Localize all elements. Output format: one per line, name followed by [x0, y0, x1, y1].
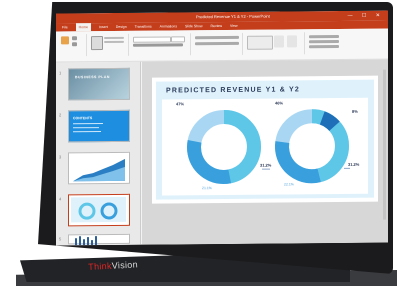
- font-group: [130, 33, 191, 56]
- right-bottom-pct: 22.1%: [284, 182, 294, 187]
- copy-icon[interactable]: [72, 42, 77, 46]
- ribbon: [56, 29, 388, 63]
- font-name-input[interactable]: [133, 36, 171, 42]
- tab-design[interactable]: Design: [116, 23, 127, 31]
- tab-slide-show[interactable]: Slide Show: [185, 22, 203, 30]
- screen: Predicted Revenue Y1 & Y2 - PowerPoint —…: [56, 11, 388, 246]
- font-format-buttons[interactable]: [133, 43, 183, 46]
- donut-thumb: [69, 195, 128, 225]
- slide-thumb-3[interactable]: [68, 152, 130, 185]
- tab-animations[interactable]: Animations: [160, 22, 177, 30]
- donut-chart-left: [189, 112, 259, 183]
- tab-file[interactable]: File: [62, 23, 68, 31]
- cut-icon[interactable]: [72, 36, 77, 40]
- window-title: Predicted Revenue Y1 & Y2 - PowerPoint: [196, 13, 270, 20]
- font-size-input[interactable]: [171, 36, 185, 42]
- tab-insert[interactable]: Insert: [99, 23, 108, 31]
- window-controls[interactable]: — ☐ ✕: [348, 11, 384, 21]
- arrange-icon[interactable]: [274, 35, 284, 47]
- slide-number: 4: [59, 196, 62, 202]
- slide-thumb-5[interactable]: [68, 234, 130, 245]
- vertical-scrollbar[interactable]: [383, 70, 386, 220]
- slide-number: 5: [59, 236, 62, 242]
- drawing-group: [244, 32, 305, 55]
- area-chart-thumb: [69, 153, 129, 184]
- editing-group: [306, 32, 346, 54]
- left-side-pct: 31.2%: [260, 162, 272, 168]
- right-side-pct: 31.2%: [348, 161, 360, 167]
- bar-chart-thumb: [69, 235, 129, 246]
- slide-number: 2: [59, 112, 62, 118]
- find-button[interactable]: [309, 35, 339, 38]
- slide-number: 3: [59, 154, 62, 160]
- replace-button[interactable]: [309, 40, 339, 43]
- donut-charts: [162, 98, 368, 196]
- leader-line: [262, 169, 270, 170]
- tab-transitions[interactable]: Transitions: [135, 23, 152, 31]
- leader-line: [344, 168, 350, 169]
- right-top-pct: 46%: [275, 100, 284, 106]
- list-buttons[interactable]: [195, 36, 239, 39]
- clipboard-group: [58, 34, 87, 56]
- shapes-gallery[interactable]: [247, 36, 273, 50]
- slide-thumb-1[interactable]: BUSINESS PLAN: [68, 68, 130, 101]
- slide-thumb-text: CONTENTS: [73, 116, 93, 121]
- right-small-pct: 8%: [352, 108, 358, 114]
- left-bottom-pct: 21.1%: [202, 186, 212, 191]
- reset-icon[interactable]: [104, 41, 124, 43]
- paragraph-group: [192, 33, 243, 55]
- slide-title[interactable]: PREDICTED REVENUE Y1 & Y2: [166, 86, 300, 94]
- slide-thumb-text: BUSINESS PLAN: [75, 74, 110, 80]
- slide-thumb-4[interactable]: [68, 194, 130, 227]
- slide-thumbnails-panel: BUSINESS PLAN 1 CONTENTS 2 3 4 5: [56, 62, 141, 246]
- tab-view[interactable]: View: [230, 22, 238, 30]
- quick-styles-icon[interactable]: [287, 35, 297, 47]
- select-button[interactable]: [309, 45, 339, 48]
- donut-chart-right: [274, 107, 351, 185]
- slide-number: 1: [59, 70, 62, 76]
- chart-panel: 47% 46% 8% 31.2% 31.2% 21.1% 22.1%: [162, 98, 368, 196]
- slide-thumb-2[interactable]: CONTENTS: [68, 110, 130, 143]
- tab-home[interactable]: Home: [76, 23, 91, 31]
- slide-background: PREDICTED REVENUE Y1 & Y2 47% 46% 8% 31.…: [156, 80, 374, 200]
- slide-editor-area: PREDICTED REVENUE Y1 & Y2 47% 46% 8% 31.…: [142, 60, 388, 245]
- layout-icon[interactable]: [104, 37, 124, 39]
- left-top-pct: 47%: [176, 101, 185, 107]
- align-buttons[interactable]: [195, 42, 239, 45]
- paste-icon[interactable]: [61, 36, 69, 44]
- slides-group: [88, 34, 129, 56]
- current-slide[interactable]: PREDICTED REVENUE Y1 & Y2 47% 46% 8% 31.…: [152, 76, 378, 204]
- new-slide-icon[interactable]: [91, 36, 103, 50]
- tab-review[interactable]: Review: [211, 22, 222, 30]
